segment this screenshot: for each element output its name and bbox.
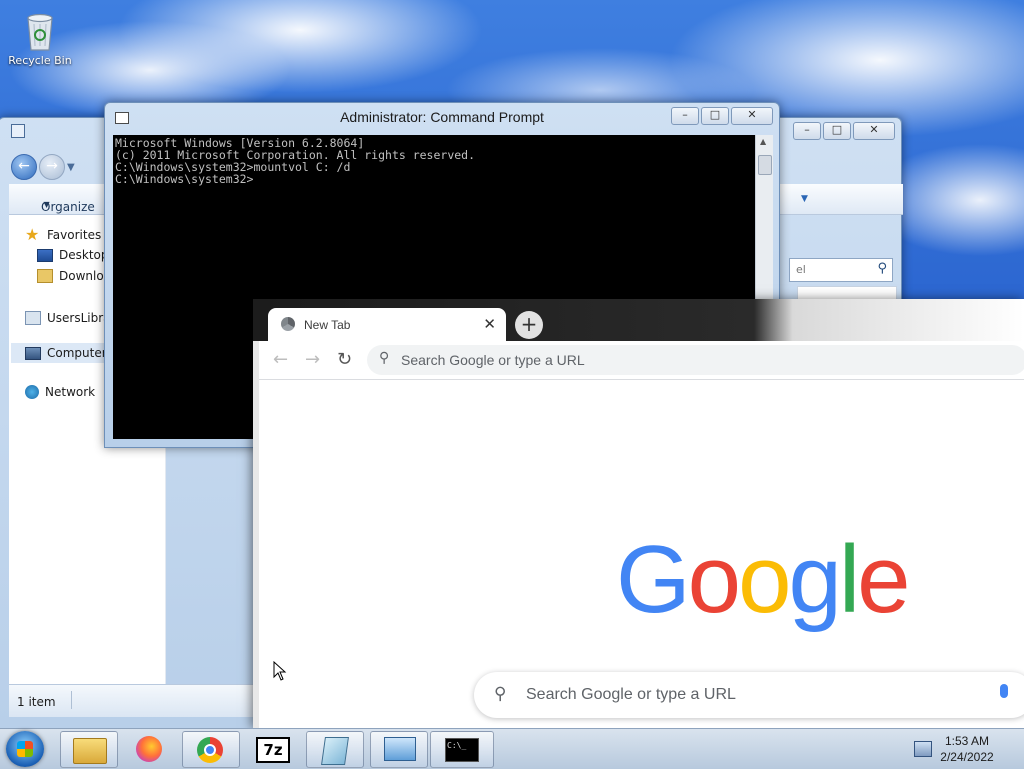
new-tab-button[interactable]: +	[515, 311, 543, 339]
7zip-icon: 7z	[256, 737, 290, 763]
google-logo-letter: G	[616, 526, 691, 633]
windows-logo-icon	[17, 741, 33, 757]
status-divider	[71, 691, 72, 709]
google-logo-letter: l	[838, 526, 860, 633]
cmd-close-button[interactable]: ✕	[731, 107, 773, 125]
nav-downloads[interactable]: Downloa	[37, 269, 111, 283]
console-line: C:\Windows\system32>	[115, 172, 254, 186]
cmd-window-controls: – □ ✕	[671, 107, 773, 125]
chrome-favicon-icon	[281, 317, 295, 331]
recycle-bin[interactable]: Recycle Bin	[4, 8, 76, 67]
remote-desktop-icon	[384, 737, 416, 761]
ntp-search-icon: ⚲	[494, 684, 507, 704]
chevron-down-icon: ▼	[41, 200, 50, 209]
search-icon: ⚲	[877, 261, 887, 276]
ntp-search-box[interactable]: ⚲ Search Google or type a URL	[474, 672, 1024, 718]
nav-desktop[interactable]: Desktop	[37, 248, 109, 262]
star-icon: ★	[25, 225, 40, 244]
taskbar-remote-desktop[interactable]	[370, 731, 428, 768]
notepad-icon	[321, 737, 349, 765]
nav-desktop-label: Desktop	[59, 248, 109, 262]
forward-arrow-icon[interactable]: →	[305, 349, 320, 370]
microphone-icon[interactable]	[1000, 684, 1008, 698]
nav-favorites-label: Favorites	[47, 228, 102, 242]
cmd-maximize-button[interactable]: □	[701, 107, 729, 125]
cmd-scrollbar-thumb[interactable]	[758, 155, 772, 175]
google-logo: Google	[616, 532, 911, 628]
address-bar[interactable]: ⚲ Search Google or type a URL	[367, 345, 1024, 375]
omnibox-placeholder: Search Google or type a URL	[401, 352, 585, 368]
desktop-icon	[37, 248, 53, 262]
nav-users-libraries[interactable]: UsersLibra	[25, 311, 111, 325]
nav-network[interactable]: Network	[25, 385, 95, 399]
chrome-tab-strip: New Tab ✕ +	[253, 299, 1024, 341]
taskbar-firefox[interactable]	[122, 731, 178, 766]
scroll-up-arrow-icon[interactable]: ▲	[760, 137, 766, 146]
explorer-window-controls: – □ ✕	[793, 122, 895, 140]
reload-icon[interactable]: ↻	[337, 349, 352, 370]
network-icon	[25, 385, 39, 399]
nav-network-label: Network	[45, 385, 96, 399]
folder-icon	[73, 738, 107, 764]
nav-computer-label: Computer	[47, 346, 107, 360]
cmd-taskbar-icon-text: C:\_	[447, 741, 467, 750]
explorer-nav-buttons: ← → ▼	[11, 152, 75, 182]
google-logo-letter: o	[738, 526, 791, 633]
recent-pages-chevron-icon[interactable]: ▼	[67, 162, 75, 173]
firefox-icon	[136, 736, 162, 762]
tab-close-icon[interactable]: ✕	[483, 315, 496, 333]
clock-date: 2/24/2022	[940, 750, 994, 764]
ntp-search-placeholder: Search Google or type a URL	[526, 686, 736, 703]
recycle-bin-label: Recycle Bin	[8, 54, 72, 67]
downloads-folder-icon	[37, 269, 53, 283]
taskbar-notepad[interactable]	[306, 731, 364, 768]
google-logo-letter: g	[788, 526, 841, 633]
view-options-chevron-icon[interactable]: ▼	[801, 194, 808, 204]
recycle-bin-icon	[22, 8, 58, 52]
taskbar-7zip[interactable]: 7z	[244, 731, 300, 766]
explorer-minimize-button[interactable]: –	[793, 122, 821, 140]
google-logo-letter: o	[687, 526, 741, 633]
google-logo-letter: e	[857, 526, 910, 633]
explorer-maximize-button[interactable]: □	[823, 122, 851, 140]
back-arrow-icon[interactable]: ←	[273, 349, 288, 370]
omnibox-search-icon: ⚲	[379, 350, 390, 366]
back-button[interactable]: ←	[11, 154, 37, 180]
explorer-app-icon	[11, 124, 25, 138]
chrome-icon-center	[204, 744, 216, 756]
chrome-toolbar: ← → ↻ ⚲ Search Google or type a URL	[253, 341, 1024, 380]
computer-icon	[25, 346, 41, 360]
nav-users-libraries-label: UsersLibra	[47, 311, 111, 325]
taskbar-command-prompt[interactable]: C:\_	[430, 731, 494, 768]
tab-new-tab[interactable]: New Tab ✕	[268, 308, 506, 341]
explorer-search-input[interactable]: el ⚲	[789, 258, 893, 282]
mouse-cursor-icon	[273, 660, 287, 684]
libraries-icon	[25, 311, 41, 325]
google-logo-text: Google	[616, 526, 911, 633]
item-count: 1 item	[17, 695, 56, 709]
taskbar: 7z C:\_ 1:53 AM 2/24/2022	[0, 728, 1024, 769]
cmd-minimize-button[interactable]: –	[671, 107, 699, 125]
explorer-close-button[interactable]: ✕	[853, 122, 895, 140]
taskbar-explorer[interactable]	[60, 731, 118, 768]
chrome-window-edge	[253, 341, 259, 728]
taskbar-chrome[interactable]	[182, 731, 240, 768]
system-clock[interactable]: 1:53 AM 2/24/2022	[932, 733, 1002, 765]
nav-favorites[interactable]: ★ Favorites	[25, 227, 101, 243]
forward-button[interactable]: →	[39, 154, 65, 180]
tab-title: New Tab	[304, 318, 351, 332]
explorer-search-text: el	[796, 263, 806, 276]
clock-time: 1:53 AM	[944, 734, 990, 748]
start-button[interactable]	[6, 731, 44, 767]
network-tray-icon[interactable]	[914, 741, 932, 757]
chrome-window: New Tab ✕ + ← → ↻ ⚲ Search Google or typ…	[253, 299, 1024, 728]
